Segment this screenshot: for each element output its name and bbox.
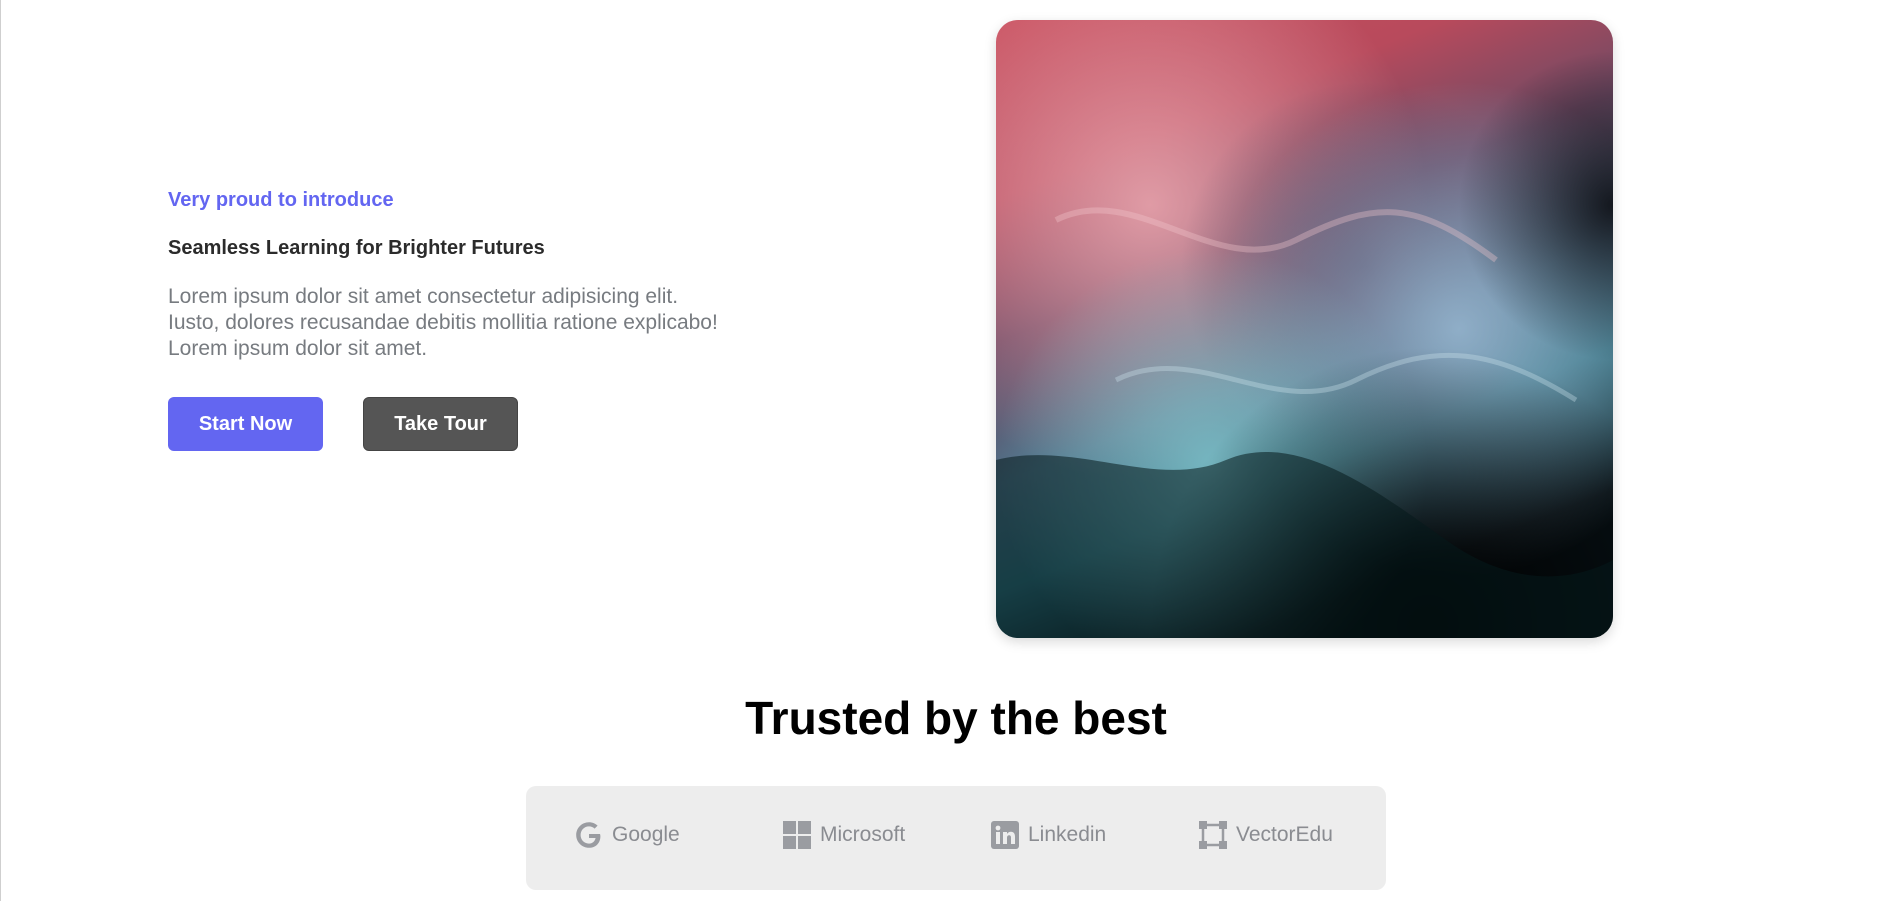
linkedin-icon xyxy=(990,820,1020,850)
abstract-fluid-art-image xyxy=(996,20,1613,638)
hero-image xyxy=(996,20,1613,638)
logo-vectoredu: VectorEdu xyxy=(1198,820,1333,850)
hero-description: Lorem ipsum dolor sit amet consectetur a… xyxy=(168,284,808,362)
hero-eyebrow: Very proud to introduce xyxy=(168,189,394,211)
vector-icon xyxy=(1198,820,1228,850)
take-tour-button[interactable]: Take Tour xyxy=(363,397,518,451)
cta-row: Start Now Take Tour xyxy=(168,397,518,451)
logo-linkedin: Linkedin xyxy=(990,820,1106,850)
microsoft-icon xyxy=(782,820,812,850)
logo-name: Google xyxy=(612,823,680,846)
hero-description-line: Lorem ipsum dolor sit amet consectetur a… xyxy=(168,285,679,308)
logo-name: VectorEdu xyxy=(1236,823,1333,846)
logo-google: Google xyxy=(574,820,680,850)
logo-bar: Google Microsoft Linkedin VectorEdu xyxy=(526,786,1386,890)
logo-name: Microsoft xyxy=(820,823,906,846)
hero-headline: Seamless Learning for Brighter Futures xyxy=(168,237,545,259)
google-icon xyxy=(574,820,604,850)
trusted-title: Trusted by the best xyxy=(745,692,1167,744)
logo-microsoft: Microsoft xyxy=(782,820,905,850)
start-now-button[interactable]: Start Now xyxy=(168,397,323,451)
hero-description-line: Iusto, dolores recusandae debitis mollit… xyxy=(168,311,718,334)
logo-name: Linkedin xyxy=(1028,823,1107,846)
hero-description-line: Lorem ipsum dolor sit amet. xyxy=(168,337,428,360)
hero-text: Very proud to introduce Seamless Learnin… xyxy=(168,188,808,362)
